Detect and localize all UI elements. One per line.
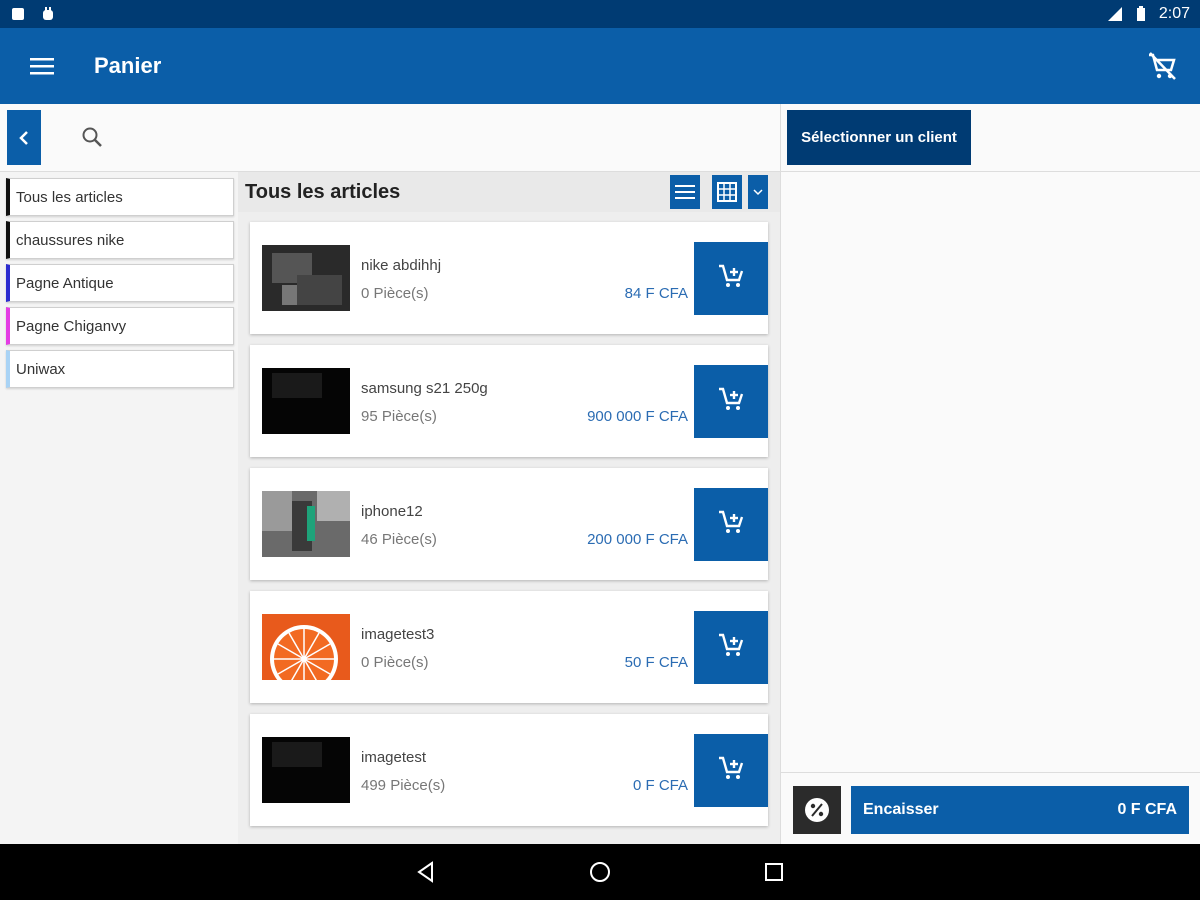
product-price: 900 000 F CFA <box>587 408 688 425</box>
category-label: chaussures nike <box>16 231 125 249</box>
checkout-label: Encaisser <box>863 801 939 818</box>
nav-home-icon[interactable] <box>588 860 612 884</box>
add-to-cart-icon <box>717 754 745 787</box>
product-card[interactable]: nike abdihhj 0 Pièce(s) 84 F CFA <box>250 222 768 334</box>
select-client-button[interactable]: Sélectionner un client <box>787 110 971 165</box>
checkout-row: Encaisser 0 F CFA <box>781 772 1200 844</box>
category-item[interactable]: Uniwax <box>6 350 234 388</box>
product-card[interactable]: iphone12 46 Pièce(s) 200 000 F CFA <box>250 468 768 580</box>
product-price: 84 F CFA <box>624 285 688 302</box>
chevron-down-icon <box>753 189 763 196</box>
add-to-cart-icon <box>717 631 745 664</box>
status-time: 2:07 <box>1158 5 1190 22</box>
product-price: 50 F CFA <box>624 654 688 671</box>
product-quantity: 95 Pièce(s) <box>361 408 437 425</box>
battery-icon <box>1136 6 1145 21</box>
add-to-cart-button[interactable] <box>694 611 768 684</box>
grid-view-button[interactable] <box>712 175 742 209</box>
add-to-cart-button[interactable] <box>694 488 768 561</box>
product-name: samsung s21 250g <box>361 380 488 397</box>
product-quantity: 0 Pièce(s) <box>361 654 429 671</box>
discount-button[interactable] <box>793 786 841 834</box>
category-label: Tous les articles <box>16 188 123 206</box>
view-options-dropdown[interactable] <box>748 175 768 209</box>
product-thumbnail <box>262 491 350 557</box>
category-item[interactable]: chaussures nike <box>6 221 234 259</box>
products-header: Tous les articles <box>238 172 780 212</box>
product-card[interactable]: imagetest 499 Pièce(s) 0 F CFA <box>250 714 768 826</box>
search-bar <box>0 104 780 172</box>
products-title: Tous les articles <box>245 180 401 203</box>
search-icon[interactable] <box>78 124 106 152</box>
catalog-area: Tous les articles chaussures nike Pagne An… <box>0 104 780 844</box>
grid-icon <box>717 182 737 202</box>
nav-recents-icon[interactable] <box>762 860 786 884</box>
category-label: Uniwax <box>16 360 66 378</box>
list-view-button[interactable] <box>670 175 700 209</box>
product-card[interactable]: imagetest3 0 Pièce(s) 50 F CFA <box>250 591 768 703</box>
add-to-cart-button[interactable] <box>694 734 768 807</box>
back-button[interactable] <box>7 110 41 165</box>
notification-icon <box>12 8 24 20</box>
discount-icon <box>805 798 829 822</box>
list-icon <box>675 185 695 199</box>
product-quantity: 0 Pièce(s) <box>361 285 429 302</box>
product-quantity: 46 Pièce(s) <box>361 531 437 548</box>
nav-back-icon[interactable] <box>414 860 438 884</box>
app-bar: Panier <box>0 28 1200 104</box>
menu-icon <box>30 58 54 75</box>
checkout-total: 0 F CFA <box>1117 801 1177 818</box>
add-to-cart-button[interactable] <box>694 242 768 315</box>
product-name: iphone12 <box>361 503 423 520</box>
clear-cart-icon[interactable] <box>1146 50 1178 82</box>
system-nav-bar <box>0 844 1200 900</box>
category-label: Pagne Chiganvy <box>16 317 127 335</box>
android-icon <box>43 7 53 20</box>
product-price: 0 F CFA <box>632 777 688 794</box>
product-quantity: 499 Pièce(s) <box>361 777 446 794</box>
category-item[interactable]: Pagne Chiganvy <box>6 307 234 345</box>
product-thumbnail <box>262 614 350 680</box>
add-to-cart-icon <box>717 385 745 418</box>
product-price: 200 000 F CFA <box>587 531 688 548</box>
product-card[interactable]: samsung s21 250g 95 Pièce(s) 900 000 F CFA <box>250 345 768 457</box>
product-thumbnail <box>262 368 350 434</box>
menu-button[interactable] <box>0 28 84 104</box>
add-to-cart-icon <box>717 508 745 541</box>
category-item[interactable]: Pagne Antique <box>6 264 234 302</box>
category-list: Tous les articles chaussures nike Pagne An… <box>6 178 234 393</box>
checkout-button[interactable]: Encaisser 0 F CFA <box>851 786 1189 834</box>
signal-icon <box>1107 7 1122 21</box>
product-name: imagetest <box>361 749 427 766</box>
category-item[interactable]: Tous les articles <box>6 178 234 216</box>
add-to-cart-button[interactable] <box>694 365 768 438</box>
category-label: Pagne Antique <box>16 274 114 292</box>
add-to-cart-icon <box>717 262 745 295</box>
status-bar: 2:07 <box>0 0 1200 28</box>
product-thumbnail <box>262 737 350 803</box>
client-row: Sélectionner un client <box>781 104 1200 172</box>
products-panel: Tous les articles nike abdihhj 0 Pièce(s… <box>238 172 780 844</box>
chevron-left-icon <box>19 130 28 145</box>
product-name: imagetest3 <box>361 626 435 643</box>
page-title: Panier <box>94 53 162 78</box>
product-thumbnail <box>262 245 350 311</box>
cart-area: Sélectionner un client Encaisser 0 F CFA <box>780 104 1200 844</box>
product-name: nike abdihhj <box>361 257 442 274</box>
product-list: nike abdihhj 0 Pièce(s) 84 F CFA samsung s2… <box>238 212 780 826</box>
